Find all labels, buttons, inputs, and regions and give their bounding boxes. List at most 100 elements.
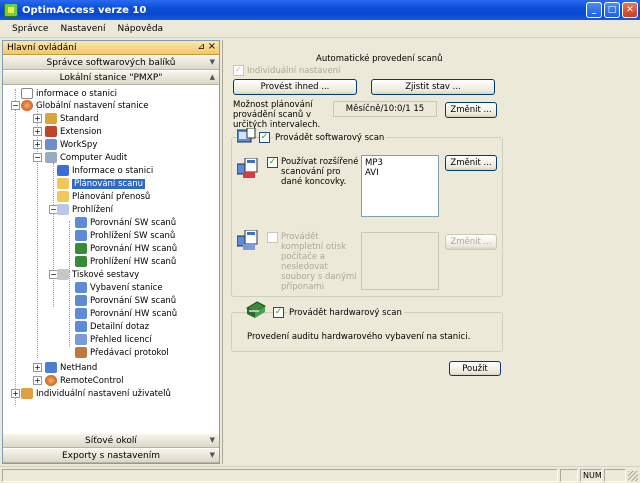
close-button[interactable]: ✕ — [622, 2, 638, 18]
software-scan-label: Provádět softwarový scan — [273, 133, 387, 143]
menu-napoveda[interactable]: Nápověda — [112, 24, 170, 34]
change-schedule-button[interactable]: Změnit ... — [445, 102, 497, 118]
tree-item-label: Tiskové sestavy — [72, 269, 140, 280]
collapse-icon[interactable]: − — [11, 101, 20, 110]
tree-item-print-reports[interactable]: Tiskové sestavy — [57, 268, 139, 281]
change-extensions-button[interactable]: Změnit ... — [445, 155, 497, 171]
expand-icon[interactable]: + — [11, 389, 20, 398]
network-neighborhood-button[interactable]: Síťové okolí ▼ — [3, 433, 219, 448]
query-icon — [75, 321, 87, 332]
folder-open-icon — [57, 178, 69, 189]
tree-item-label: Plánování scanu — [72, 178, 146, 189]
tree-item-report-compare-sw[interactable]: Porovnání SW scanů — [75, 294, 176, 307]
tree-item-label: Porovnání HW scanů — [90, 243, 178, 254]
list-item[interactable]: MP3 — [365, 158, 435, 168]
tree-item-label: RemoteControl — [60, 375, 124, 386]
expand-icon[interactable]: + — [33, 363, 42, 372]
pin-icon[interactable]: ⊿ — [197, 42, 205, 52]
maximize-button[interactable]: □ — [604, 2, 620, 18]
status-num: NUM — [580, 469, 602, 482]
tree-item-user-settings[interactable]: Individuální nastavení uživatelů — [21, 387, 171, 400]
individual-settings-checkbox[interactable]: ✓ — [233, 65, 244, 76]
tree-item-label: Detailní dotaz — [90, 321, 150, 332]
chevron-down-icon: ▼ — [209, 451, 215, 459]
exports-button[interactable]: Exporty s nastavením ▼ — [3, 448, 219, 463]
panel-header: Hlavní ovládání ⊿ × — [3, 41, 219, 55]
collapse-icon[interactable]: − — [33, 153, 42, 162]
tree-item-extension[interactable]: Extension — [45, 125, 102, 138]
tree-item-label: Prohlížení — [72, 204, 114, 215]
tree-item-label: WorkSpy — [60, 139, 98, 150]
monitor-icon — [75, 217, 87, 228]
scan-planning-panel: Automatické provedení scanů ✓ Individuál… — [222, 40, 638, 464]
tree-item-scan-planning[interactable]: Plánování scanu — [57, 177, 146, 190]
info-icon — [21, 88, 33, 99]
expand-icon[interactable]: + — [33, 140, 42, 149]
tree-item-label: Předávací protokol — [90, 347, 169, 358]
tree-item-transfer-planning[interactable]: Plánování přenosů — [57, 190, 150, 203]
status-caps — [560, 469, 578, 482]
page-title: Automatické provedení scanů — [316, 54, 443, 64]
run-now-button[interactable]: Provést ihned ... — [233, 79, 357, 95]
info-icon — [57, 165, 69, 176]
tree-item-browsing[interactable]: Prohlížení — [57, 203, 113, 216]
menu-spravce[interactable]: Správce — [6, 24, 54, 34]
tree-item-audit-info[interactable]: Informace o stanici — [57, 164, 153, 177]
chevron-down-icon: ▼ — [209, 436, 215, 444]
tree-item-remotecontrol[interactable]: RemoteControl — [45, 374, 124, 387]
tree-item-label: Vybavení stanice — [90, 282, 163, 293]
tree-item-station-equipment[interactable]: Vybavení stanice — [75, 281, 163, 294]
tree-item-browse-sw[interactable]: Prohlížení SW scanů — [75, 229, 175, 242]
menu-nastaveni[interactable]: Nastavení — [54, 24, 111, 34]
resize-grip[interactable] — [628, 471, 638, 481]
tree-item-compare-hw[interactable]: Porovnání HW scanů — [75, 242, 177, 255]
extensions-list[interactable]: MP3 AVI — [361, 155, 439, 217]
hardware-icon — [75, 243, 87, 254]
tree-item-computer-audit[interactable]: Computer Audit — [45, 151, 127, 164]
hardware-scan-checkbox[interactable]: ✓ — [273, 307, 284, 318]
individual-settings-label: Individuální nastavení — [247, 66, 341, 76]
tree-item-label: informace o stanici — [36, 88, 118, 99]
printer-icon — [57, 269, 69, 280]
local-station-button[interactable]: Lokální stanice "PMXP" ▲ — [3, 70, 219, 85]
expand-icon[interactable]: + — [33, 376, 42, 385]
software-scan-checkbox[interactable]: ✓ — [259, 132, 270, 143]
chevron-up-icon: ▲ — [209, 73, 215, 81]
network-icon — [45, 362, 57, 373]
app-icon — [4, 3, 18, 17]
tree-item-license-overview[interactable]: Přehled licencí — [75, 333, 152, 346]
tree-item-handover-protocol[interactable]: Předávací protokol — [75, 346, 169, 359]
full-print-checkbox[interactable] — [267, 232, 278, 243]
change-full-print-button: Změnit ... — [445, 234, 497, 250]
software-packages-button[interactable]: Správce softwarových balíků ▼ — [3, 55, 219, 70]
hardware-scan-icon — [245, 300, 267, 320]
tree-item-browse-hw[interactable]: Prohlížení HW scanů — [75, 255, 176, 268]
license-icon — [75, 334, 87, 345]
extended-scan-checkbox[interactable]: ✓ — [267, 157, 278, 168]
apply-button[interactable]: Použít — [449, 361, 501, 376]
list-item[interactable]: AVI — [365, 168, 435, 178]
tree-item-global-settings[interactable]: Globální nastavení stanice — [21, 99, 148, 112]
users-icon — [21, 388, 33, 399]
module-icon — [45, 113, 57, 124]
tree-item-label: Přehled licencí — [90, 334, 152, 345]
module-icon — [45, 126, 57, 137]
expand-icon[interactable]: + — [33, 114, 42, 123]
check-state-button[interactable]: Zjistit stav ... — [371, 79, 495, 95]
tree-item-label: Prohlížení HW scanů — [90, 256, 177, 267]
tree-item-standard[interactable]: Standard — [45, 112, 99, 125]
expand-icon[interactable]: + — [33, 127, 42, 136]
hardware-scan-description: Provedení auditu hardwarového vybavení n… — [247, 332, 471, 342]
tree-item-nethand[interactable]: NetHand — [45, 361, 97, 374]
tree-item-workspy[interactable]: WorkSpy — [45, 138, 97, 151]
exports-label: Exporty s nastavením — [62, 450, 160, 461]
tree-item-compare-sw[interactable]: Porovnání SW scanů — [75, 216, 176, 229]
schedule-label: Možnost plánování provádění scanů v urči… — [233, 100, 321, 130]
tree-item-report-compare-hw[interactable]: Porovnání HW scanů — [75, 307, 177, 320]
schedule-value: Měsíčně/10:0/1 15 — [333, 101, 437, 117]
minimize-button[interactable]: _ — [586, 2, 602, 18]
close-panel-icon[interactable]: × — [208, 41, 216, 52]
window-title: OptimAccess verze 10 — [22, 4, 147, 16]
tree-item-detailed-query[interactable]: Detailní dotaz — [75, 320, 149, 333]
tree-item-label: Computer Audit — [60, 152, 128, 163]
